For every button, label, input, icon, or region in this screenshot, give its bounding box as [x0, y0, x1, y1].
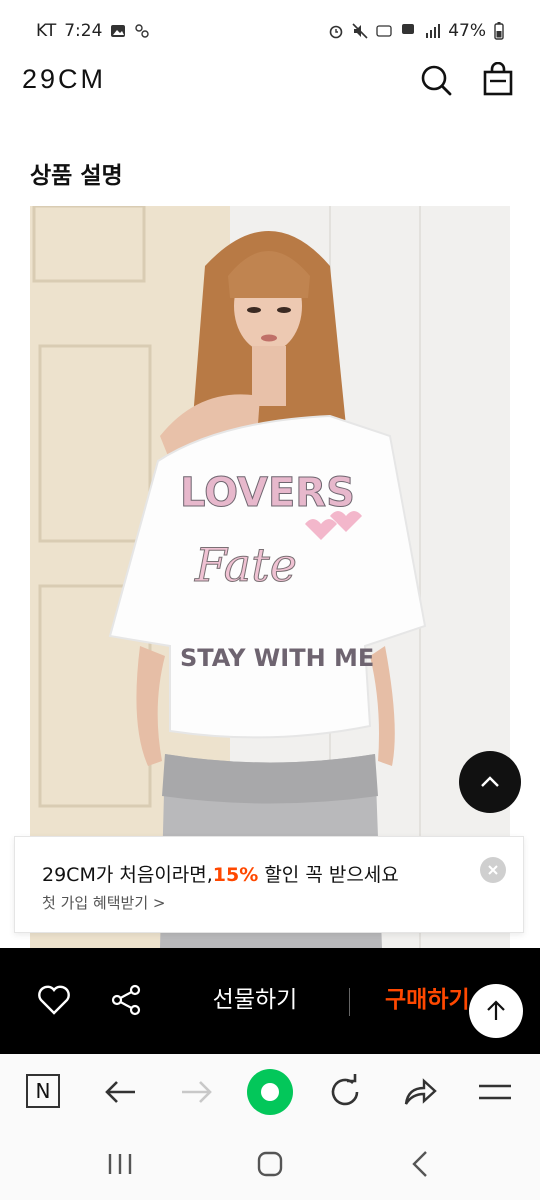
battery-icon — [494, 22, 504, 40]
home-icon[interactable] — [252, 1146, 288, 1182]
shirt-print-lovers: LOVERS — [180, 470, 355, 516]
promo-text-before: 29CM가 처음이라면, — [42, 864, 213, 886]
battery-level: 47% — [448, 21, 486, 41]
back-arrow-icon[interactable] — [101, 1072, 141, 1112]
section-title: 상품 설명 — [30, 163, 123, 189]
gallery-icon — [111, 25, 126, 37]
gift-button[interactable]: 선물하기 — [200, 982, 310, 1018]
naver-home-icon[interactable]: N — [26, 1074, 60, 1108]
promo-text-after: 할인 꼭 받으세요 — [258, 864, 399, 886]
signal-icon — [426, 24, 441, 38]
shirt-print-stay: STAY WITH ME — [180, 644, 374, 672]
promo-discount: 15% — [212, 864, 259, 886]
scroll-top-button[interactable] — [459, 751, 521, 813]
shirt-print-fate: Fate — [194, 538, 297, 592]
green-dot-icon[interactable] — [247, 1069, 293, 1115]
recent-apps-icon[interactable] — [102, 1146, 138, 1182]
green-dot-center — [261, 1083, 279, 1101]
back-icon[interactable] — [404, 1146, 440, 1182]
alarm-icon — [329, 25, 343, 39]
5g-icon — [402, 24, 415, 34]
notification-icon — [135, 24, 150, 38]
action-divider — [349, 988, 350, 1016]
refresh-icon[interactable] — [325, 1072, 365, 1112]
purchase-action-bar: 선물하기 구매하기 — [0, 948, 540, 1054]
shopping-bag-icon[interactable] — [480, 62, 516, 98]
status-left: KT 7:24 — [36, 21, 150, 41]
brand-logo[interactable]: 29CM — [22, 64, 106, 95]
carrier: KT — [36, 21, 57, 41]
share-icon[interactable] — [108, 982, 144, 1018]
scroll-top-button-light[interactable] — [469, 984, 523, 1038]
status-right: 47% — [328, 21, 504, 41]
heart-icon[interactable] — [36, 982, 72, 1018]
search-icon[interactable] — [418, 62, 454, 98]
browser-toolbar: N — [0, 1054, 540, 1128]
share-arrow-icon[interactable] — [400, 1072, 440, 1112]
mute-icon — [352, 23, 368, 39]
promo-close-button[interactable] — [480, 857, 506, 883]
chevron-up-icon — [481, 776, 499, 787]
arrow-up-icon — [487, 1000, 505, 1020]
clock: 7:24 — [64, 21, 103, 41]
menu-icon[interactable] — [475, 1072, 515, 1112]
forward-arrow-icon[interactable] — [176, 1072, 216, 1112]
close-icon — [488, 865, 498, 875]
app-header: 29CM — [0, 62, 540, 102]
system-navigation-bar — [0, 1128, 540, 1200]
promo-message: 29CM가 처음이라면,15% 할인 꼭 받으세요 — [42, 860, 399, 887]
signup-benefit-link[interactable]: 첫 가입 혜택받기 > — [42, 892, 165, 913]
hd-icon — [376, 25, 392, 37]
naver-home-letter: N — [35, 1079, 51, 1103]
promo-banner[interactable]: 29CM가 처음이라면,15% 할인 꼭 받으세요 첫 가입 혜택받기 > — [14, 836, 524, 933]
status-bar: KT 7:24 47% — [0, 0, 540, 62]
